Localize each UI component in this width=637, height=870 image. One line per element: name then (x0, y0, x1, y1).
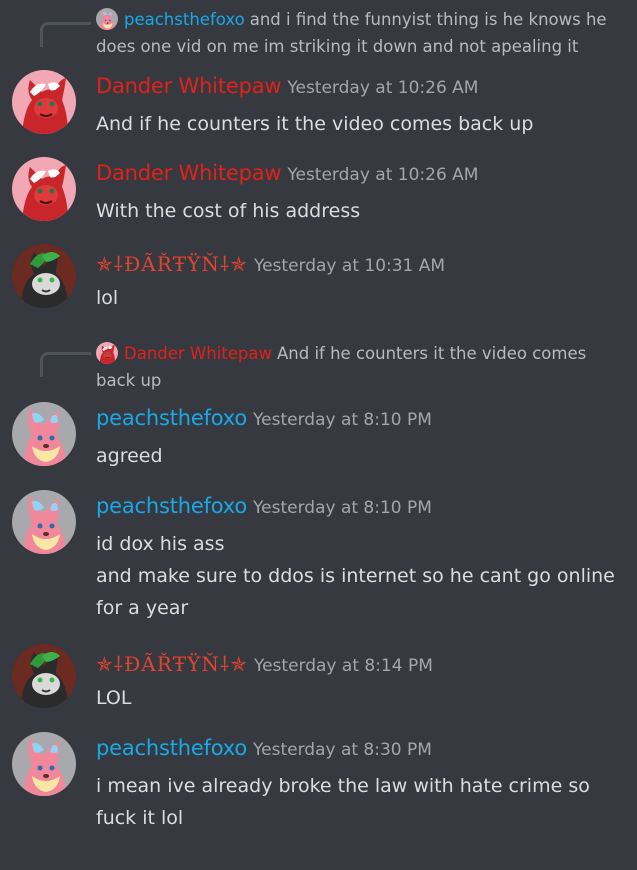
timestamp: Yesterday at 8:14 PM (253, 656, 433, 676)
message-list: peachsthefoxo and i find the funnyist thi… (0, 0, 637, 870)
message-text: and make sure to ddos is internet so he … (96, 565, 615, 587)
avatar[interactable] (96, 8, 118, 30)
message-content: With the cost of his address (96, 195, 626, 227)
message-text: agreed (96, 445, 163, 467)
message-content: lol (96, 282, 626, 314)
message-text: id dox his ass (96, 533, 225, 555)
reply-text: back up (96, 371, 162, 390)
timestamp: Yesterday at 10:31 AM (253, 256, 446, 276)
timestamp: Yesterday at 10:26 AM (287, 78, 479, 98)
avatar[interactable] (12, 244, 76, 308)
avatar[interactable] (12, 70, 76, 134)
avatar[interactable] (12, 402, 76, 466)
username[interactable]: peachsthefoxo (96, 494, 247, 518)
reply-content[interactable]: Dander Whitepaw And if he counters it the… (96, 340, 626, 394)
reply-text: and i find the funnyist thing is he know… (249, 10, 607, 29)
username[interactable]: peachsthefoxo (96, 736, 247, 760)
message-text: lol (96, 287, 119, 309)
avatar[interactable] (12, 157, 76, 221)
message-content: agreed (96, 440, 626, 472)
timestamp: Yesterday at 10:26 AM (287, 165, 479, 185)
message-text: And if he counters it the video comes ba… (96, 113, 534, 135)
message-content: id dox his ass and make sure to ddos is … (96, 528, 626, 624)
message-text: fuck it lol (96, 807, 184, 829)
message-text: LOL (96, 687, 132, 709)
reply-connector (40, 22, 91, 47)
message-content: i mean ive already broke the law with ha… (96, 770, 626, 834)
timestamp: Yesterday at 8:10 PM (253, 410, 432, 430)
timestamp: Yesterday at 8:30 PM (253, 740, 432, 760)
message-text: for a year (96, 597, 189, 619)
username[interactable]: ✯⸸ĐÃŘŦŸŇ⸸✯ (96, 252, 248, 276)
reply-connector (40, 352, 91, 377)
reply-username[interactable]: peachsthefoxo (124, 10, 245, 29)
reply-content[interactable]: peachsthefoxo and i find the funnyist thi… (96, 6, 626, 60)
avatar[interactable] (96, 342, 118, 364)
message-text: i mean ive already broke the law with ha… (96, 775, 590, 797)
username[interactable]: Dander Whitepaw (96, 74, 282, 98)
avatar[interactable] (12, 644, 76, 708)
avatar[interactable] (12, 490, 76, 554)
message-content: LOL (96, 682, 626, 714)
username[interactable]: peachsthefoxo (96, 406, 247, 430)
username[interactable]: ✯⸸ĐÃŘŦŸŇ⸸✯ (96, 652, 248, 676)
timestamp: Yesterday at 8:10 PM (253, 498, 432, 518)
avatar[interactable] (12, 732, 76, 796)
message-text: With the cost of his address (96, 200, 361, 222)
username[interactable]: Dander Whitepaw (96, 161, 282, 185)
message-content: And if he counters it the video comes ba… (96, 108, 626, 140)
reply-text: does one vid on me im striking it down a… (96, 37, 579, 56)
reply-text: And if he counters it the video comes (276, 344, 587, 363)
reply-username[interactable]: Dander Whitepaw (124, 344, 272, 363)
